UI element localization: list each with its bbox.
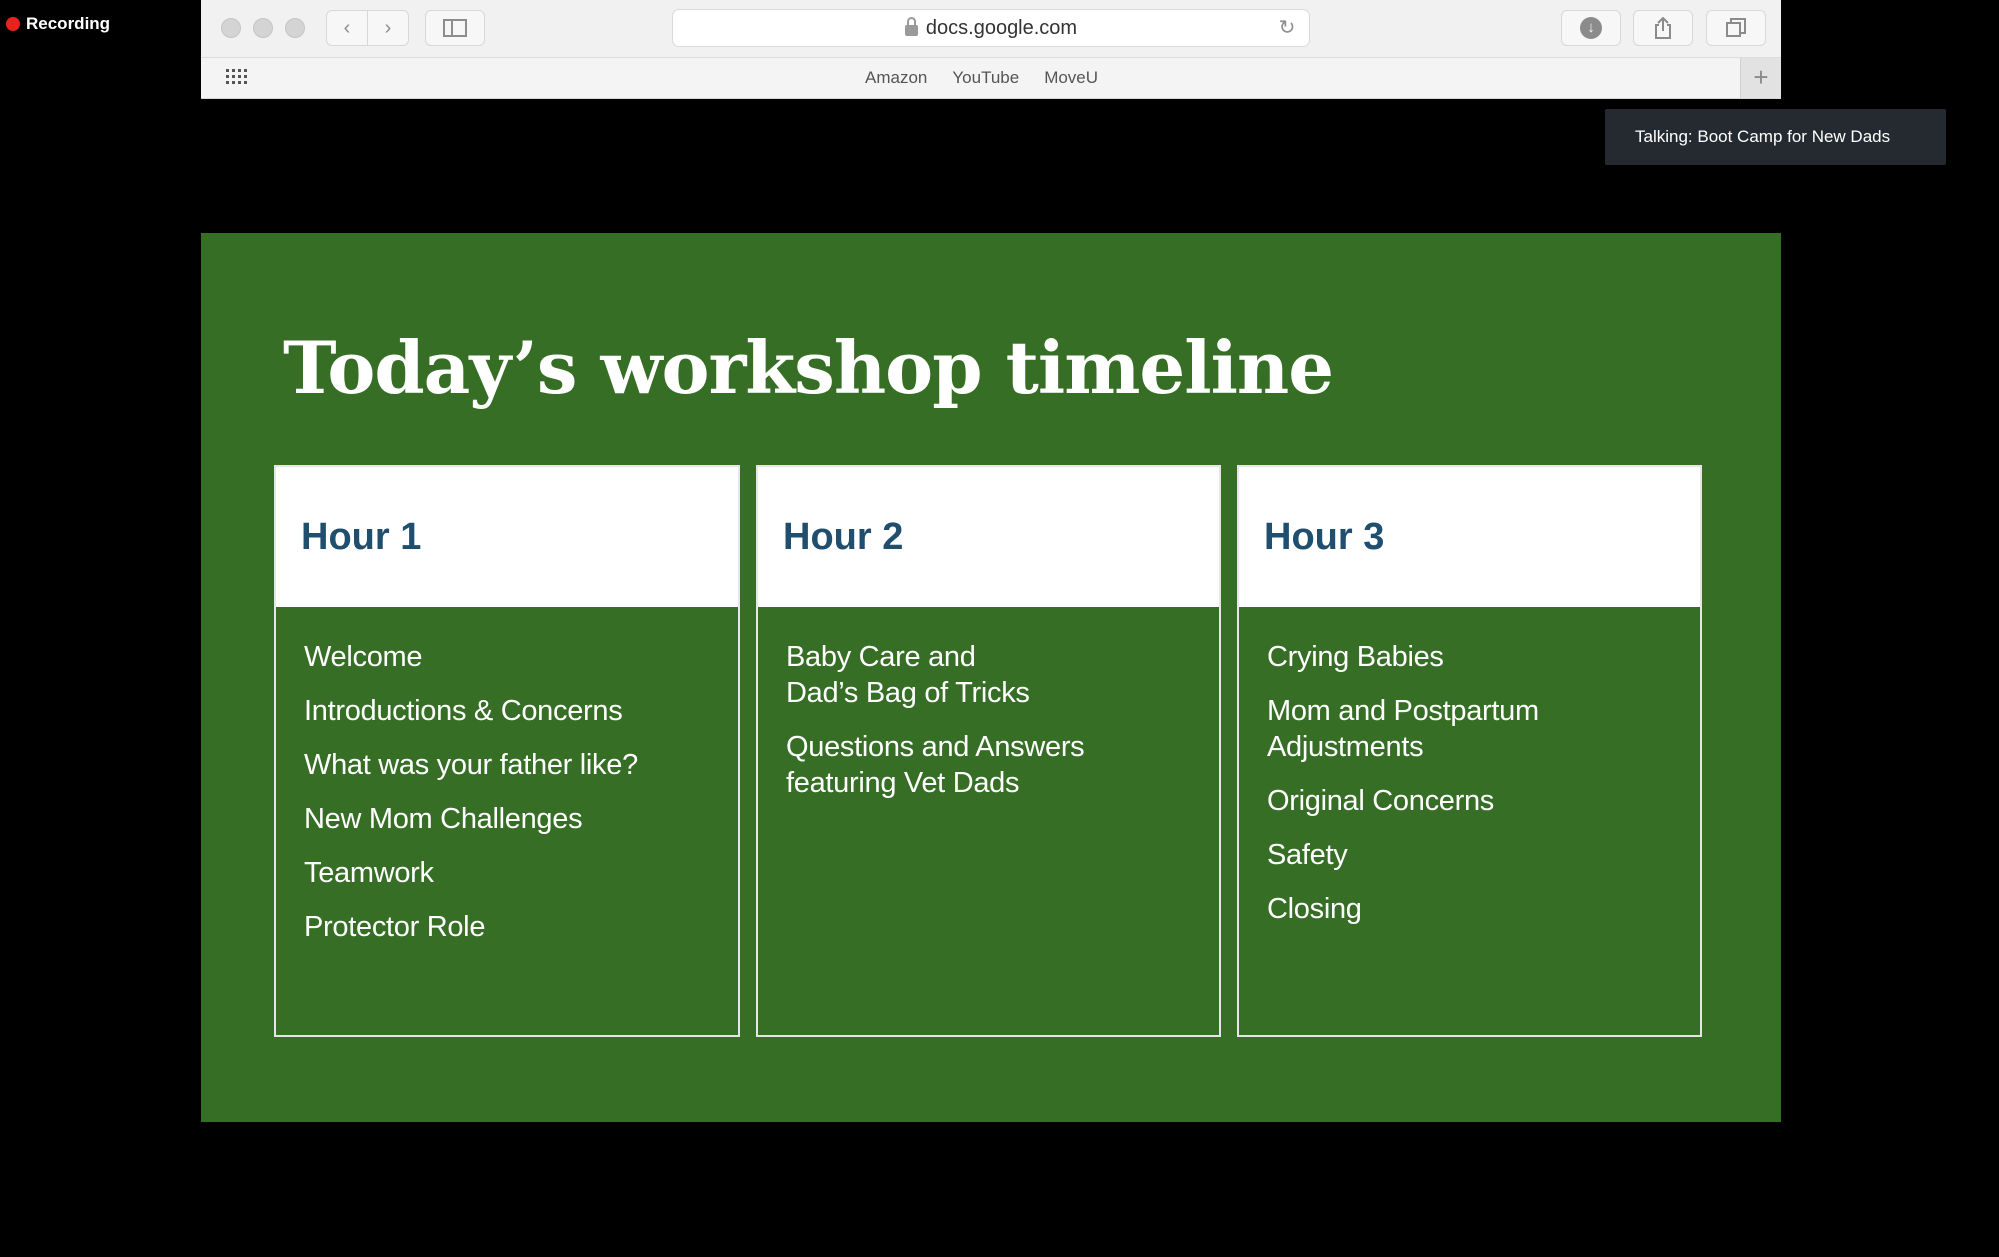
apps-grid-icon[interactable]: [226, 69, 248, 87]
hour-3-card: Hour 3 Crying Babies Mom and Postpartum …: [1237, 465, 1702, 1037]
sidebar-toggle-button[interactable]: [425, 10, 485, 46]
bookmark-youtube[interactable]: YouTube: [952, 68, 1019, 88]
recording-indicator: Recording: [6, 14, 110, 34]
screen: Recording ‹ › docs.google.com ↻ ↓ Amazon…: [0, 0, 1999, 1257]
list-item: Teamwork: [304, 857, 434, 889]
list-item: New Mom Challenges: [304, 803, 583, 835]
hour-1-list: Welcome Introductions & Concerns What wa…: [276, 607, 738, 945]
list-item: Baby Care and Dad’s Bag of Tricks: [786, 641, 1030, 709]
bookmark-amazon[interactable]: Amazon: [865, 68, 927, 88]
list-item: What was your father like?: [304, 749, 638, 781]
tab-overview-button[interactable]: [1706, 10, 1766, 46]
hour-1-card: Hour 1 Welcome Introductions & Concerns …: [274, 465, 740, 1037]
slide-title: Today’s workshop timeline: [283, 325, 1334, 410]
lock-icon: [904, 16, 918, 36]
hour-2-header: Hour 2: [758, 467, 1219, 607]
browser-window: ‹ › docs.google.com ↻ ↓ Amazon YouTube M…: [201, 0, 1781, 1257]
address-bar[interactable]: docs.google.com ↻: [672, 9, 1310, 47]
browser-toolbar: ‹ › docs.google.com ↻ ↓: [201, 0, 1781, 58]
share-icon: [1655, 17, 1671, 39]
bookmarks-bar: Amazon YouTube MoveU +: [201, 58, 1781, 99]
download-icon: ↓: [1580, 17, 1602, 39]
list-item: Mom and Postpartum Adjustments: [1267, 695, 1539, 763]
list-item: Original Concerns: [1267, 785, 1494, 817]
recording-dot-icon: [6, 17, 20, 31]
window-close-button[interactable]: [221, 18, 241, 38]
hour-3-list: Crying Babies Mom and Postpartum Adjustm…: [1239, 607, 1700, 927]
reload-icon[interactable]: ↻: [1277, 18, 1297, 38]
list-item: Welcome: [304, 641, 423, 673]
page-viewport: Today’s workshop timeline Hour 1 Welcome…: [201, 99, 1781, 1257]
talking-indicator: Talking: Boot Camp for New Dads: [1605, 109, 1946, 165]
tabs-overview-icon: [1726, 18, 1746, 37]
recording-label: Recording: [26, 14, 111, 33]
list-item: Questions and Answers featuring Vet Dads: [786, 731, 1085, 799]
chevron-right-icon: ›: [384, 16, 392, 39]
sidebar-icon: [443, 19, 467, 37]
list-item: Safety: [1267, 839, 1348, 871]
hour-2-card: Hour 2 Baby Care and Dad’s Bag of Tricks…: [756, 465, 1221, 1037]
window-maximize-button[interactable]: [285, 18, 305, 38]
downloads-button[interactable]: ↓: [1561, 10, 1621, 46]
share-button[interactable]: [1633, 10, 1693, 46]
back-button[interactable]: ‹: [326, 10, 368, 46]
hour-1-header: Hour 1: [276, 467, 738, 607]
new-tab-button[interactable]: +: [1740, 58, 1781, 98]
presentation-slide: Today’s workshop timeline Hour 1 Welcome…: [201, 233, 1781, 1122]
chevron-left-icon: ‹: [343, 16, 351, 39]
talking-indicator-text: Talking: Boot Camp for New Dads: [1635, 127, 1891, 146]
list-item: Protector Role: [304, 911, 486, 943]
window-minimize-button[interactable]: [253, 18, 273, 38]
hour-3-header: Hour 3: [1239, 467, 1700, 607]
forward-button[interactable]: ›: [367, 10, 409, 46]
list-item: Crying Babies: [1267, 641, 1444, 673]
plus-icon: +: [1753, 62, 1769, 92]
address-url: docs.google.com: [925, 16, 1078, 39]
bookmark-list: Amazon YouTube MoveU: [865, 58, 1098, 98]
list-item: Closing: [1267, 893, 1362, 925]
list-item: Introductions & Concerns: [304, 695, 623, 727]
bookmark-moveu[interactable]: MoveU: [1044, 68, 1098, 88]
hour-2-list: Baby Care and Dad’s Bag of Tricks Questi…: [758, 607, 1219, 801]
